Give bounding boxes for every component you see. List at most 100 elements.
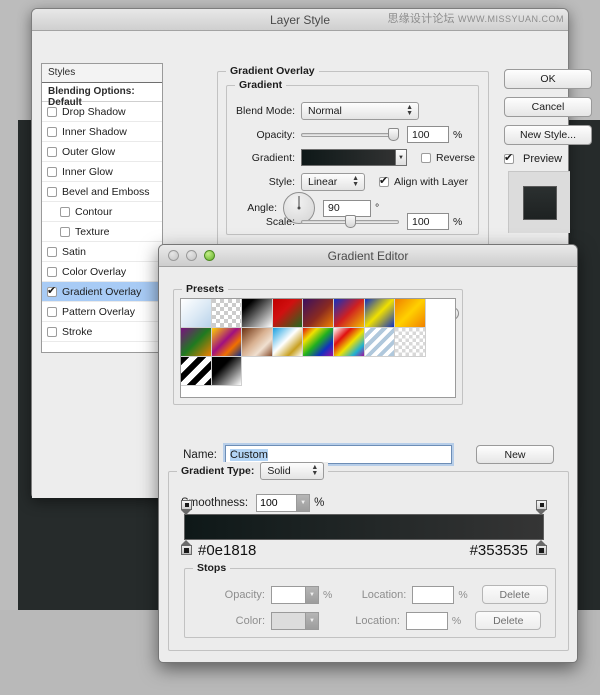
layer-style-titlebar[interactable]: Layer Style 思缘设计论坛 WWW.MISSYUAN.COM [32,9,568,31]
gradient-overlay-group: Gradient Overlay Gradient Blend Mode: No… [217,65,489,246]
smoothness-input[interactable]: 100 ▼ [256,494,311,512]
blend-mode-row: Blend Mode: Normal ▲ ▼ [227,102,419,120]
checkbox-texture[interactable] [60,226,70,237]
chevron-down-icon-stop-opacity[interactable]: ▼ [305,586,318,603]
checkbox-inner-shadow[interactable] [47,126,57,137]
new-style-button[interactable]: New Style... [504,125,592,145]
opacity-stop-left[interactable] [181,500,192,515]
preset-swatch[interactable] [242,328,273,357]
gradient-row: Gradient: ▼ Reverse [227,149,475,166]
preset-swatch[interactable] [181,299,212,328]
preset-swatch[interactable] [242,299,273,328]
chevron-down-icon-smoothness[interactable]: ▼ [296,495,310,511]
preview-thumbnail [508,171,570,233]
gradient-bar-area: #0e1818 #353535 [181,500,547,559]
stops-color-value [272,613,305,629]
chevron-down-icon-stop-color[interactable]: ▼ [305,612,318,629]
checkbox-satin[interactable] [47,246,57,257]
gradient-editor-titlebar[interactable]: Gradient Editor [159,245,577,267]
checkbox-gradient-overlay[interactable] [47,284,57,297]
sidebar-item-pattern-overlay[interactable]: Pattern Overlay [42,302,162,322]
color-stop-left[interactable] [181,540,192,555]
sidebar-item-texture[interactable]: Texture [42,222,162,242]
preset-swatch[interactable] [303,299,334,328]
preset-swatch[interactable] [395,299,426,328]
sidebar-item-color-overlay[interactable]: Color Overlay [42,262,162,282]
checkbox-bevel-and-emboss[interactable] [47,186,57,197]
preset-swatch[interactable] [272,299,304,328]
layer-style-title: Layer Style [269,12,331,27]
style-label: Style: [268,176,295,188]
preset-swatch[interactable] [272,328,304,357]
sidebar-item-inner-glow[interactable]: Inner Glow [42,162,162,182]
preset-swatch[interactable] [303,328,334,357]
style-select[interactable]: Linear ▲ ▼ [301,173,365,191]
checkbox-inner-glow[interactable] [47,166,57,177]
preview-row: Preview [504,151,594,165]
checkbox-preview[interactable] [504,151,514,164]
preset-swatch[interactable] [181,357,212,386]
blending-options-row[interactable]: Blending Options: Default [42,83,162,108]
gradient-preview-swatch[interactable]: ▼ [301,149,407,166]
gradient-bar[interactable] [184,514,544,540]
label-gradient-overlay: Gradient Overlay [62,285,142,298]
styles-header: Styles [42,64,162,83]
preset-swatch[interactable] [211,357,243,386]
opacity-slider-knob[interactable] [388,128,399,141]
color-stop-right[interactable] [536,540,547,555]
checkbox-color-overlay[interactable] [47,266,57,277]
sidebar-item-contour[interactable]: Contour [42,202,162,222]
checkbox-stroke[interactable] [47,326,57,337]
checkbox-outer-glow[interactable] [47,146,57,157]
ok-button[interactable]: OK [504,69,592,89]
stops-location-opacity-input[interactable] [412,585,455,604]
checkbox-reverse[interactable] [421,152,431,163]
sidebar-item-gradient-overlay[interactable]: Gradient Overlay [42,282,162,302]
chevron-down-icon[interactable]: ▼ [395,150,406,165]
preset-swatch[interactable] [211,299,243,328]
sidebar-item-bevel-and-emboss[interactable]: Bevel and Emboss [42,182,162,202]
preset-swatch[interactable] [333,328,365,357]
presets-group-title: Presets [182,283,228,295]
cancel-button[interactable]: Cancel [504,97,592,117]
delete-opacity-stop-button[interactable]: Delete [481,585,548,604]
stops-location-color-input[interactable] [405,611,448,630]
sidebar-item-stroke[interactable]: Stroke [42,322,162,342]
scale-row: Scale: 100 % [227,213,462,230]
checkbox-contour[interactable] [60,206,70,217]
preset-swatch[interactable] [211,328,243,357]
stops-color-swatch[interactable]: ▼ [271,611,319,630]
checkbox-pattern-overlay[interactable] [47,306,57,317]
stops-color-row: Color: ▼ Location: % Delete [205,611,542,630]
preview-thumbnail-square [522,185,557,220]
label-inner-glow: Inner Glow [62,165,113,178]
gradient-type-select[interactable]: Solid ▲ ▼ [260,462,325,480]
gradient-editor-body: Presets ▶ OK Cancel Load... Save... Name… [159,267,577,663]
presets-box[interactable] [180,298,456,398]
checkbox-align-with-layer[interactable] [379,174,389,187]
preset-swatch[interactable] [181,328,212,357]
scale-input[interactable]: 100 [407,213,449,230]
sidebar-item-inner-shadow[interactable]: Inner Shadow [42,122,162,142]
preset-swatch[interactable] [364,328,396,357]
preset-swatch[interactable] [333,299,365,328]
opacity-stop-right[interactable] [536,500,547,515]
label-inner-shadow: Inner Shadow [62,125,127,138]
scale-slider[interactable] [301,215,399,229]
scale-slider-knob[interactable] [345,215,357,228]
new-button[interactable]: New [476,445,554,464]
opacity-input[interactable]: 100 [407,126,449,143]
stops-location-opacity-unit: % [458,588,468,601]
gradient-subgroup-title: Gradient [235,79,287,91]
stops-opacity-input[interactable]: ▼ [271,585,319,604]
watermark: 思缘设计论坛 WWW.MISSYUAN.COM [388,10,564,26]
preset-swatch[interactable] [395,328,426,357]
blend-mode-select[interactable]: Normal ▲ ▼ [301,102,419,120]
preset-swatch[interactable] [364,299,396,328]
opacity-slider[interactable] [301,128,399,142]
sidebar-item-outer-glow[interactable]: Outer Glow [42,142,162,162]
sidebar-item-satin[interactable]: Satin [42,242,162,262]
label-pattern-overlay: Pattern Overlay [62,305,135,318]
checkbox-drop-shadow[interactable] [47,106,57,117]
delete-color-stop-button[interactable]: Delete [475,611,542,630]
